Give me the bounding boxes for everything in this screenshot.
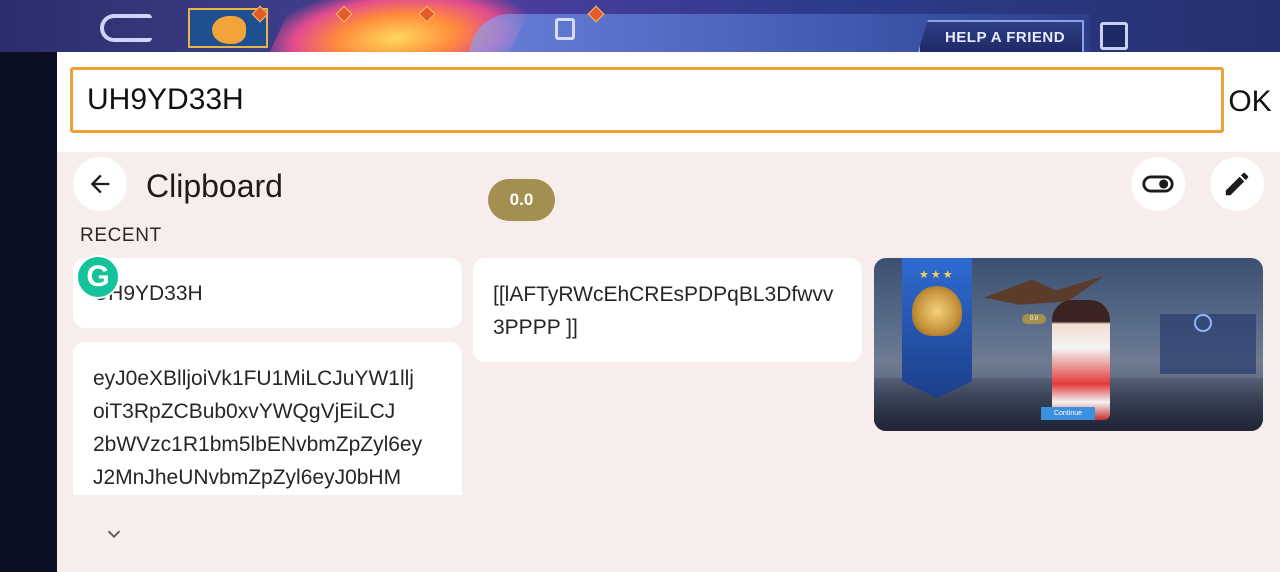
edit-button[interactable]	[1210, 157, 1264, 211]
chevron-down-icon	[107, 530, 121, 539]
screenshot-close-icon	[1194, 314, 1212, 332]
clipboard-item-text-line: J2MnJheUNvbmZpZyl6eyJ0bHM	[93, 466, 402, 489]
clipboard-item[interactable]: eyJ0eXBlljoiVk1FU1MiLCJuYW1llj oiT3RpZCB…	[73, 342, 462, 495]
back-button[interactable]	[73, 157, 127, 211]
screenshot-chip: 0.0	[1022, 314, 1046, 324]
screenshot-character	[1052, 300, 1110, 420]
clipboard-image-item[interactable]: ★★★ 0.0 Continue	[874, 258, 1263, 431]
clipboard-item-text-line: 2bWVzc1R1bm5lbENvbmZpZyl6ey	[93, 433, 423, 456]
clipboard-item[interactable]: [[lAFTyRWcEhCREsPDPqBL3Dfwvv 3PPPP ]]	[473, 258, 862, 362]
fist-icon	[212, 16, 246, 44]
clipboard-item-text-line: eyJ0eXBlljoiVk1FU1MiLCJuYW1llj	[93, 367, 414, 390]
clipboard-item[interactable]: UH9YD33H	[73, 258, 462, 328]
pencil-icon	[1225, 172, 1249, 196]
screenshot-stars: ★★★	[919, 269, 955, 281]
screenshot-rank-crest	[912, 286, 962, 336]
game-background-strip: HELP A FRIEND	[0, 0, 1280, 52]
edge-watermark	[4, 282, 14, 392]
clipboard-item-text-line: oiT3RpZCBub0xvYWQgVjEiLCJ	[93, 400, 396, 423]
arrow-left-icon	[90, 174, 110, 194]
game-back-icon[interactable]	[100, 14, 152, 42]
clock-icon[interactable]	[1100, 22, 1128, 50]
clipboard-panel: Clipboard 0.0 RECENT UH9YD33H G eyJ0eXBl…	[57, 152, 1280, 572]
recent-section-label: RECENT	[80, 225, 162, 246]
clipboard-title: Clipboard	[146, 168, 283, 204]
clipboard-item-text: [[lAFTyRWcEhCREsPDPqBL3Dfwvv 3PPPP ]]	[493, 278, 833, 344]
ok-button[interactable]: OK	[1225, 82, 1275, 122]
clipboard-item-text-line: [[lAFTyRWcEhCREsPDPqBL3Dfwvv	[493, 283, 834, 306]
clipboard-item-text: eyJ0eXBlljoiVk1FU1MiLCJuYW1llj oiT3RpZCB…	[93, 362, 422, 494]
expand-button[interactable]	[102, 522, 126, 546]
left-edge	[0, 52, 57, 572]
overlay-pill[interactable]: 0.0	[488, 179, 555, 221]
text-input-field[interactable]	[70, 67, 1224, 133]
screenshot-continue-button: Continue	[1041, 407, 1095, 420]
help-a-friend-button[interactable]: HELP A FRIEND	[918, 20, 1084, 52]
toggle-icon	[1142, 175, 1174, 193]
grammarly-icon[interactable]: G	[76, 255, 120, 299]
text-input-panel: OK	[57, 52, 1280, 152]
clipboard-toggle-button[interactable]	[1131, 157, 1185, 211]
calendar-icon[interactable]	[555, 18, 575, 40]
clipboard-item-text-line: 3PPPP ]]	[493, 316, 578, 339]
